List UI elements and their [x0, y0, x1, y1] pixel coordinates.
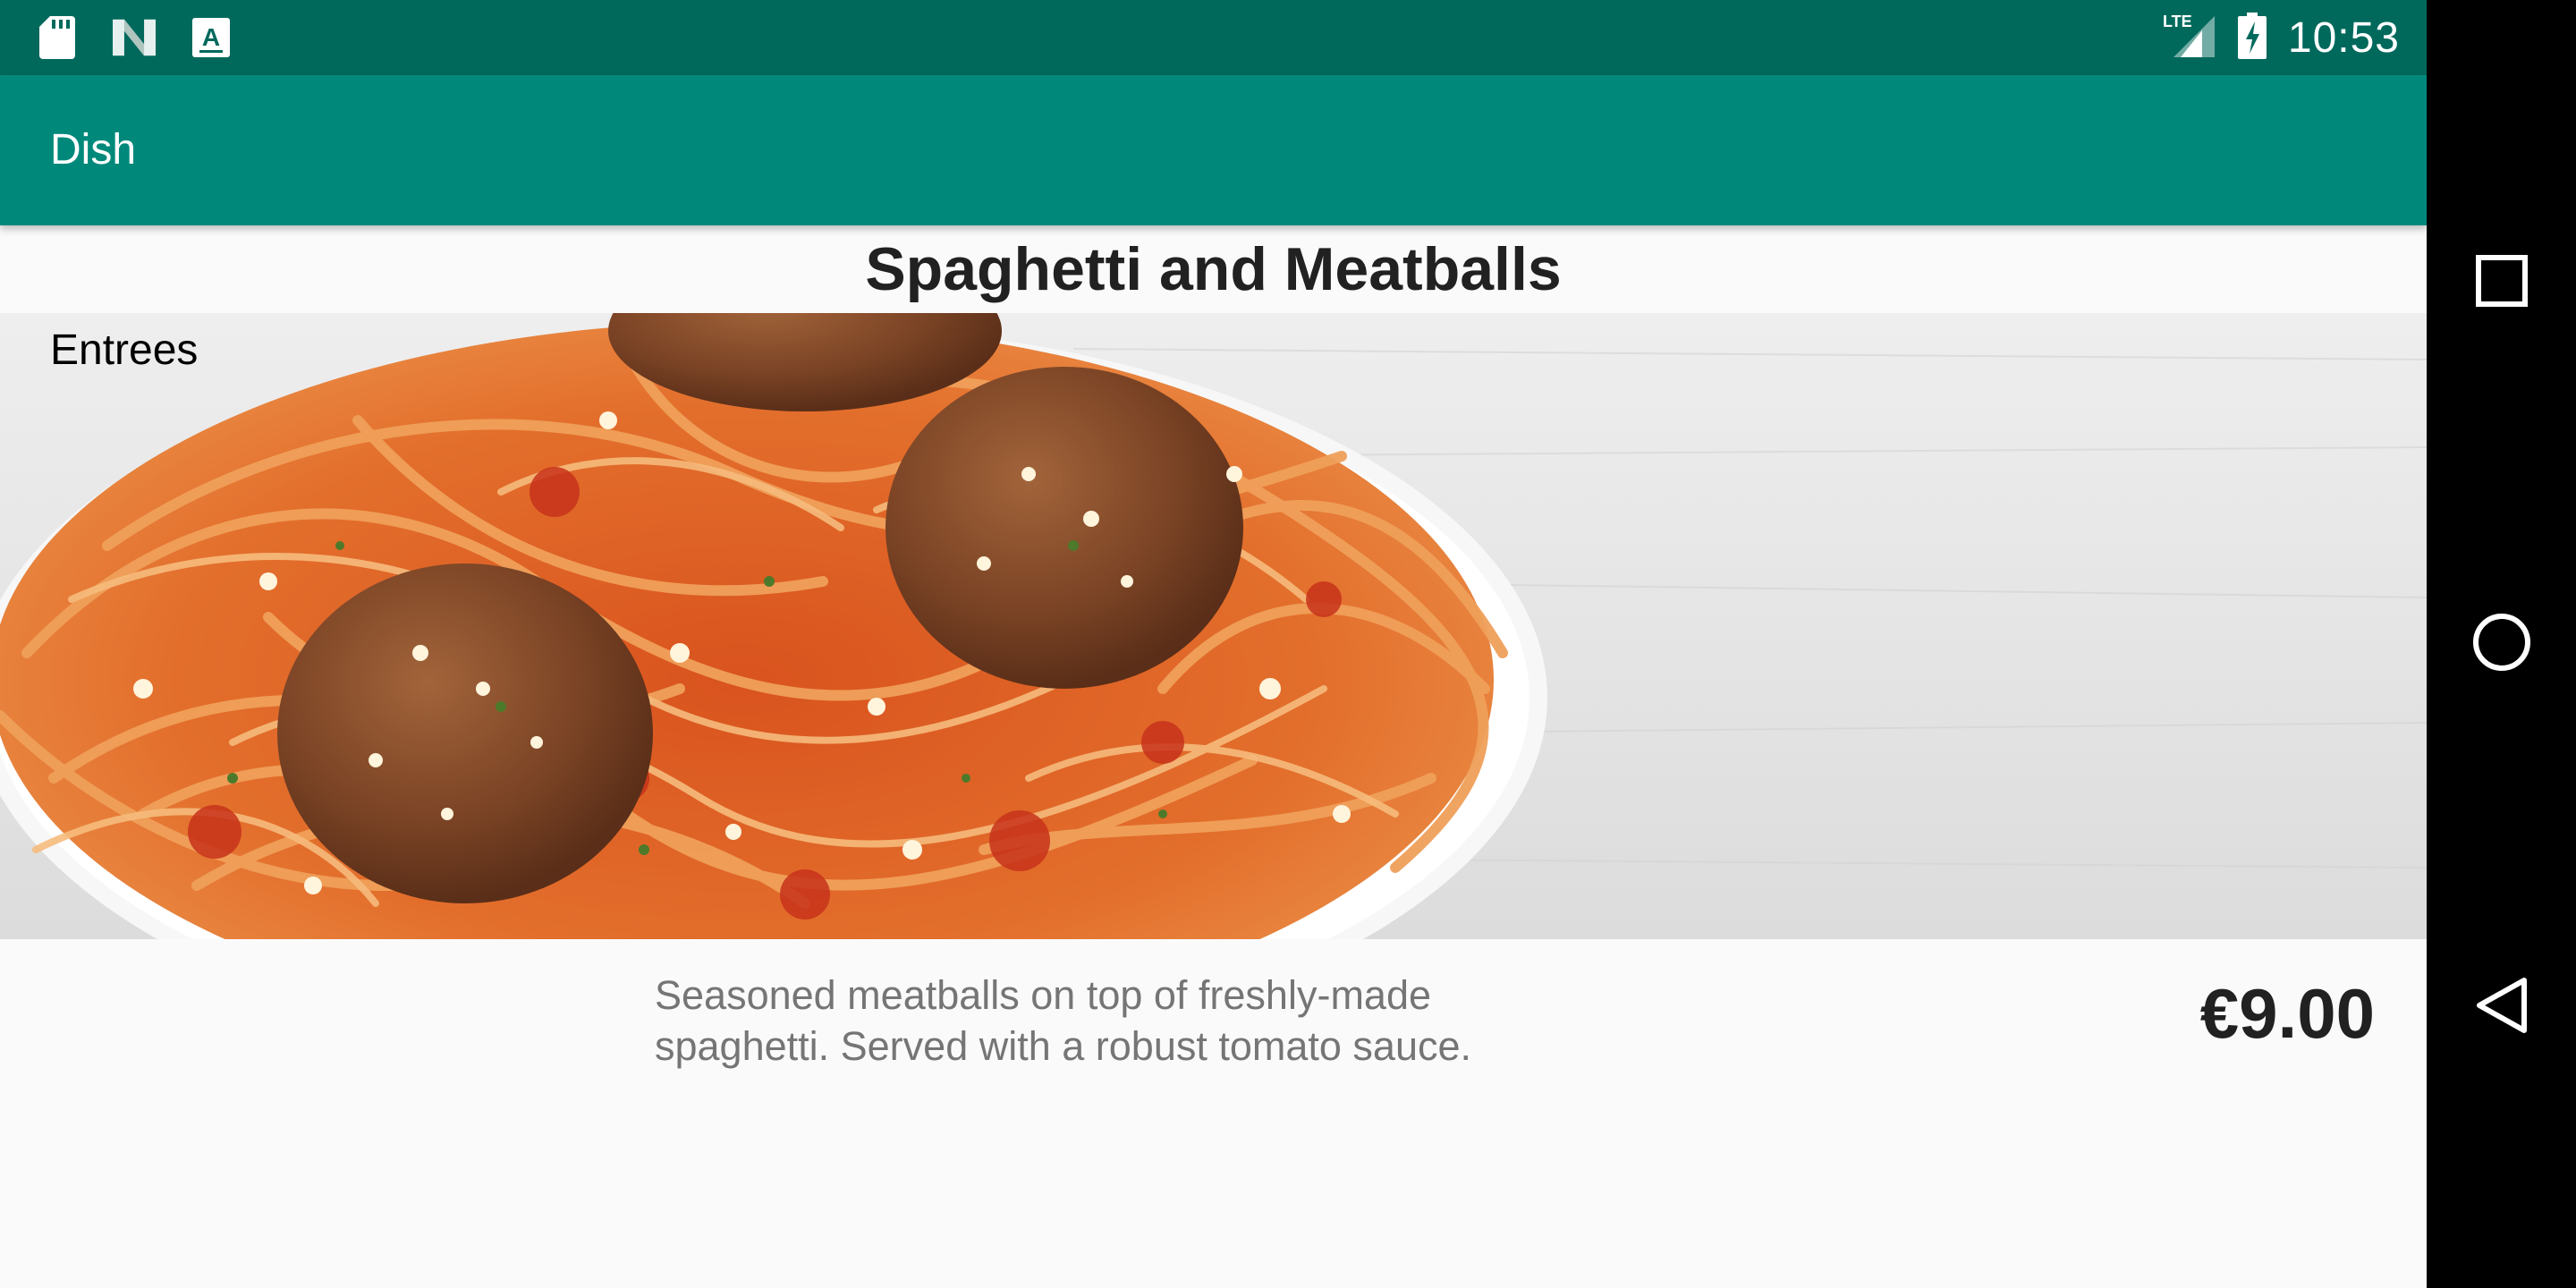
back-icon	[2474, 975, 2529, 1040]
dish-detail: Spaghetti and Meatballs Entrees Seasoned…	[0, 225, 2427, 1288]
dish-title: Spaghetti and Meatballs	[865, 235, 1562, 303]
sd-card-icon	[36, 16, 79, 59]
dish-category: Entrees	[50, 326, 199, 374]
app-bar-title: Dish	[50, 126, 137, 174]
dish-description: Seasoned meatballs on top of freshly-mad…	[655, 972, 1472, 1069]
status-clock: 10:53	[2287, 13, 2400, 62]
notification-icons: A	[36, 16, 233, 59]
recents-icon	[2475, 254, 2529, 312]
recents-button[interactable]	[2427, 229, 2576, 336]
status-bar: A LTE 10:53	[0, 0, 2427, 75]
status-right: LTE 10:53	[2161, 0, 2400, 75]
font-a-icon: A	[190, 16, 233, 59]
network-type-label: LTE	[2163, 13, 2192, 30]
battery-charging-icon	[2237, 12, 2267, 64]
home-button[interactable]	[2427, 590, 2576, 698]
dish-image: Entrees	[0, 313, 2427, 939]
dish-price: €9.00	[2199, 974, 2375, 1053]
back-button[interactable]	[2427, 953, 2576, 1061]
svg-text:A: A	[202, 23, 220, 51]
home-icon	[2471, 612, 2532, 677]
lte-signal-icon: LTE	[2161, 13, 2216, 64]
screen: A LTE 10:53 Dish Spaghetti and Meatballs…	[0, 0, 2576, 1288]
n-logo-icon	[113, 16, 156, 59]
spaghetti-meatballs-photo	[0, 313, 2427, 939]
app-bar: Dish	[0, 75, 2427, 225]
navigation-bar	[2427, 0, 2576, 1288]
